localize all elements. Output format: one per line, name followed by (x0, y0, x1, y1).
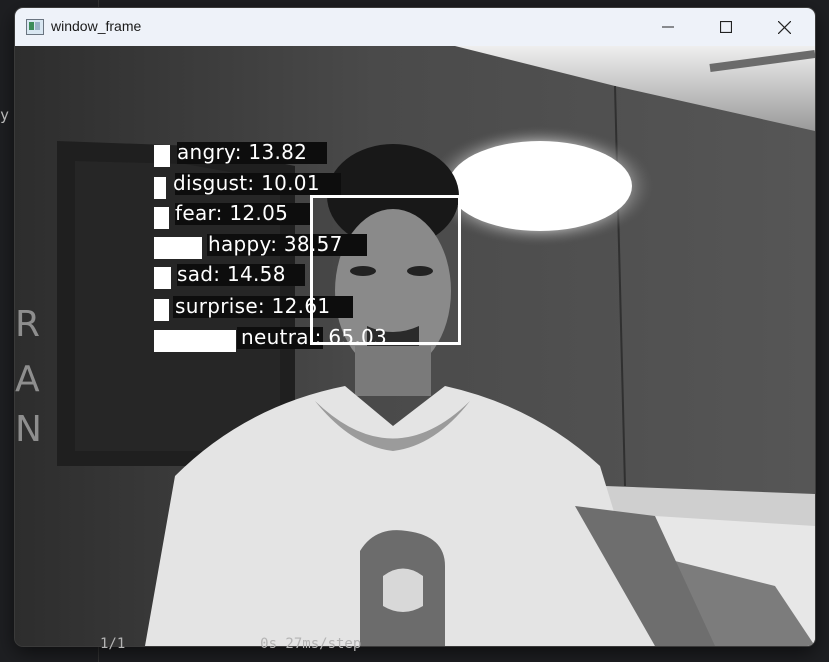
title-bar[interactable]: window_frame (15, 8, 815, 46)
app-icon (26, 19, 44, 35)
emotion-bar-happy (154, 237, 202, 259)
svg-text:N: N (15, 409, 42, 450)
emotion-label-disgust: disgust: 10.01 (173, 171, 320, 195)
minimize-icon (662, 26, 674, 28)
camera-frame: R A N angry: 13.82 disgust: 10.01 fear: … (15, 46, 815, 646)
emotion-bar-angry (154, 145, 170, 167)
emotion-bar-fear (154, 207, 169, 229)
emotion-bar-sad (154, 267, 171, 289)
emotion-bar-surprise (154, 299, 169, 321)
emotion-label-surprise: surprise: 12.61 (175, 294, 331, 318)
minimize-button[interactable] (639, 8, 697, 46)
face-detection-box (310, 195, 461, 345)
maximize-button[interactable] (697, 8, 755, 46)
emotion-label-sad: sad: 14.58 (177, 262, 286, 286)
close-icon (778, 21, 791, 34)
background-terminal-text: 1/1 0s 27ms/step (100, 636, 362, 652)
window-title: window_frame (51, 18, 142, 34)
emotion-bar-disgust (154, 177, 166, 199)
svg-text:A: A (15, 359, 40, 400)
emotion-bar-neutral (154, 330, 236, 352)
maximize-icon (720, 21, 732, 33)
svg-text:R: R (15, 304, 40, 345)
emotion-label-angry: angry: 13.82 (177, 140, 308, 164)
emotion-label-fear: fear: 12.05 (175, 201, 289, 225)
close-button[interactable] (755, 8, 813, 46)
background-text: y (0, 106, 10, 124)
opencv-window: window_frame R A N angry: 13.82 disgust:… (15, 8, 815, 646)
camera-image: R A N (15, 46, 815, 646)
